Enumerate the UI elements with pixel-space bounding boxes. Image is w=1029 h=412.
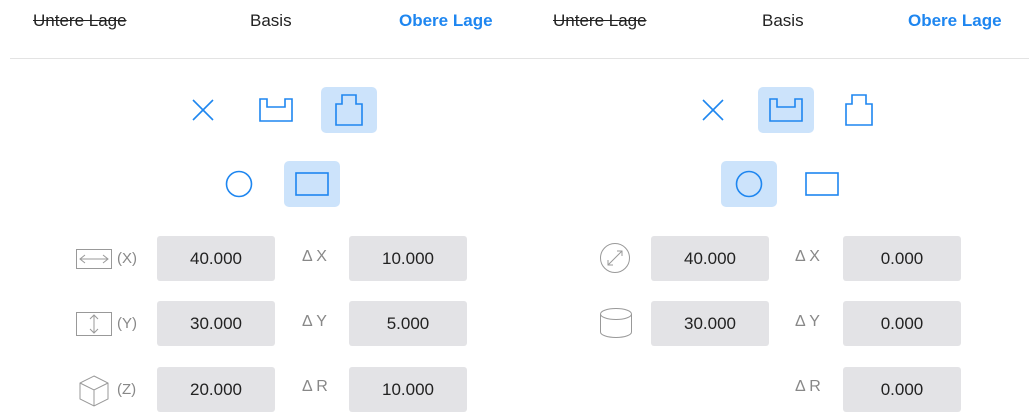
tab-basis-right[interactable]: Basis: [762, 11, 804, 31]
dr-field[interactable]: 10.000: [349, 367, 467, 412]
raised-profile-button[interactable]: [321, 87, 377, 133]
x-axis-label: (X): [117, 250, 137, 267]
circle-icon: [225, 170, 253, 198]
raised-profile-button-right[interactable]: [831, 87, 887, 133]
diameter-icon: [600, 243, 630, 273]
none-profile-button[interactable]: [175, 87, 231, 133]
rectangle-icon: [295, 172, 329, 196]
tab-untere-lage-right[interactable]: Untere Lage: [553, 11, 647, 31]
dx-field[interactable]: 10.000: [349, 236, 467, 281]
raised-profile-icon: [845, 94, 873, 126]
rectangle-shape-button[interactable]: [284, 161, 340, 207]
tab-obere-lage-left[interactable]: Obere Lage: [399, 11, 493, 31]
z-axis-label: (Z): [117, 381, 137, 398]
tab-obere-lage-right[interactable]: Obere Lage: [908, 11, 1002, 31]
close-icon: [702, 99, 724, 121]
close-icon: [192, 99, 214, 121]
none-profile-button-right[interactable]: [685, 87, 741, 133]
dx-label: Δ X: [302, 248, 327, 265]
dx-label-right: Δ X: [795, 248, 820, 265]
recessed-profile-button-right[interactable]: [758, 87, 814, 133]
y-size-field[interactable]: 30.000: [157, 301, 275, 346]
dr-field-right[interactable]: 0.000: [843, 367, 961, 412]
z-size-field[interactable]: 20.000: [157, 367, 275, 412]
dy-field[interactable]: 5.000: [349, 301, 467, 346]
dx-field-right[interactable]: 0.000: [843, 236, 961, 281]
rectangle-shape-button-right[interactable]: [794, 161, 850, 207]
rectangle-icon: [805, 172, 839, 196]
cylinder-icon: [600, 308, 632, 338]
tab-basis-left[interactable]: Basis: [250, 11, 292, 31]
height-field[interactable]: 30.000: [651, 301, 769, 346]
tab-divider: [10, 58, 1029, 59]
x-size-field[interactable]: 40.000: [157, 236, 275, 281]
dr-label: Δ R: [302, 378, 328, 395]
dy-field-right[interactable]: 0.000: [843, 301, 961, 346]
recessed-profile-icon: [259, 98, 293, 122]
raised-profile-icon: [335, 94, 363, 126]
circle-shape-button-right[interactable]: [721, 161, 777, 207]
dr-label-right: Δ R: [795, 378, 821, 395]
dy-label: Δ Y: [302, 313, 327, 330]
cube-icon: [79, 375, 109, 407]
diameter-field[interactable]: 40.000: [651, 236, 769, 281]
dy-label-right: Δ Y: [795, 313, 820, 330]
tab-untere-lage-left[interactable]: Untere Lage: [33, 11, 127, 31]
circle-shape-button[interactable]: [211, 161, 267, 207]
circle-icon: [735, 170, 763, 198]
recessed-profile-icon: [769, 98, 803, 122]
height-arrow-icon: [76, 312, 112, 336]
recessed-profile-button[interactable]: [248, 87, 304, 133]
y-axis-label: (Y): [117, 315, 137, 332]
width-arrow-icon: [76, 249, 112, 269]
